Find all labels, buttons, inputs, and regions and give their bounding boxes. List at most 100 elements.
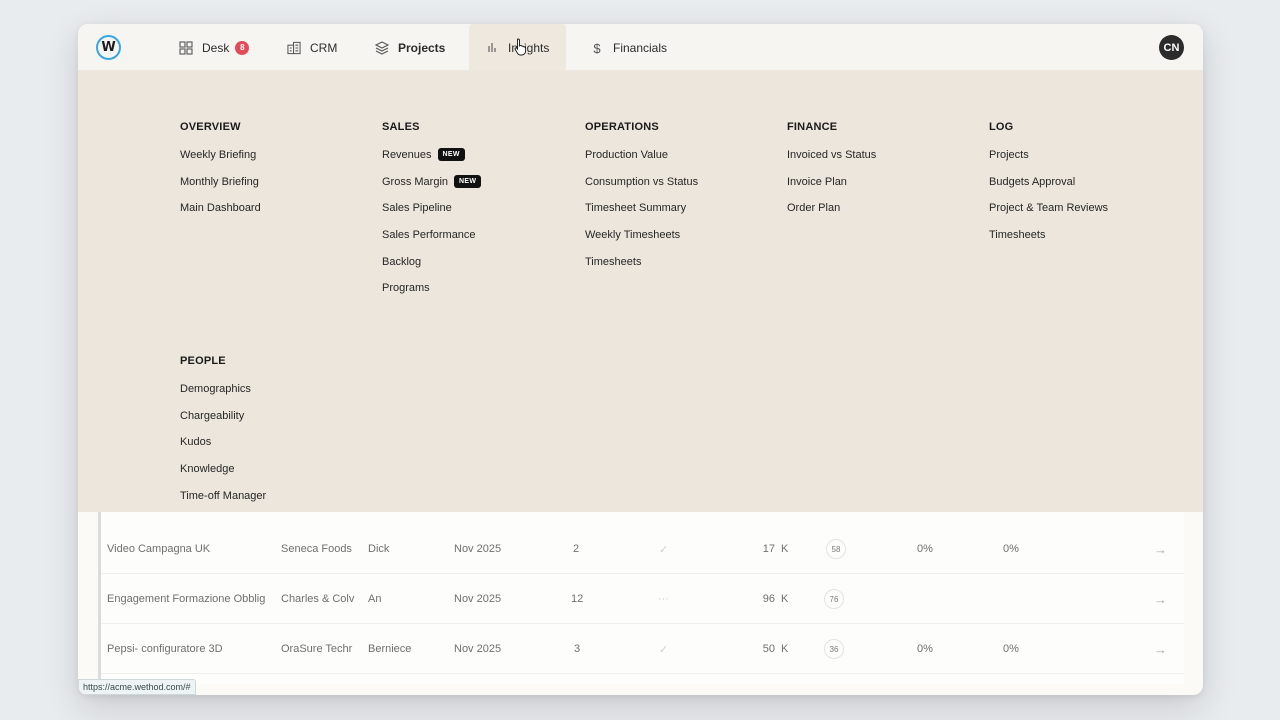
table-row[interactable]: Video Campagna UK Seneca Foods Dick Nov …	[101, 524, 1184, 574]
app-window: W Desk 8 CRM Projects Insights $ Financi…	[78, 24, 1203, 695]
menu-column-log: LOG Projects Budgets Approval Project & …	[989, 122, 1108, 255]
score-ring: 76	[824, 574, 848, 624]
date: Nov 2025	[454, 593, 502, 605]
top-nav: W Desk 8 CRM Projects Insights $ Financi…	[78, 24, 1203, 71]
score-value: 36	[824, 639, 844, 659]
score-ring: 58	[826, 524, 850, 574]
percent-2: 0%	[1003, 543, 1019, 555]
menu-link-invoiced-vs-status[interactable]: Invoiced vs Status	[787, 148, 876, 175]
count: 2	[573, 543, 580, 555]
project-name: Engagement Formazione Obblig	[107, 593, 266, 605]
check-icon: ✓	[659, 643, 669, 656]
table-row[interactable]: Pepsi- configuratore 3D OraSure Techr Be…	[101, 624, 1184, 674]
percent-1: 0%	[917, 543, 933, 555]
table-row[interactable]: Engagement Formazione Obblig Charles & C…	[101, 574, 1184, 624]
nav-projects-label: Projects	[398, 40, 446, 55]
menu-heading-finance: FINANCE	[787, 121, 838, 133]
nav-projects[interactable]: Projects	[375, 24, 445, 71]
arrow-right-icon[interactable]: →	[1154, 624, 1170, 674]
app-logo[interactable]: W	[96, 35, 121, 60]
pm-name: Dick	[368, 543, 390, 555]
building-icon	[287, 41, 301, 55]
menu-link-sales-performance[interactable]: Sales Performance	[382, 228, 481, 255]
menu-link-timesheet-summary[interactable]: Timesheet Summary	[585, 201, 698, 228]
menu-heading-operations: OPERATIONS	[585, 121, 659, 133]
menu-heading-people: PEOPLE	[180, 355, 226, 367]
value-unit: K	[781, 643, 789, 655]
menu-link-backlog[interactable]: Backlog	[382, 255, 481, 282]
percent-2: 0%	[1003, 643, 1019, 655]
menu-link-label: Revenues	[382, 149, 432, 161]
pm-name: An	[368, 593, 382, 605]
value: 50	[762, 643, 775, 655]
percent-1: 0%	[917, 643, 933, 655]
menu-link-demographics[interactable]: Demographics	[180, 382, 266, 409]
count: 12	[571, 593, 584, 605]
count: 3	[574, 643, 581, 655]
nav-insights[interactable]: Insights	[469, 24, 566, 71]
value: 17	[762, 543, 775, 555]
status-bar-url: https://acme.wethod.com/#	[78, 679, 196, 695]
menu-link-chargeability[interactable]: Chargeability	[180, 409, 266, 436]
menu-link-gross-margin[interactable]: Gross Margin NEW	[382, 174, 482, 202]
bar-chart-icon	[487, 41, 499, 55]
arrow-right-icon[interactable]: →	[1154, 574, 1170, 624]
menu-column-finance: FINANCE Invoiced vs Status Invoice Plan …	[787, 122, 876, 228]
check-icon: ✓	[659, 543, 669, 556]
menu-link-main-dashboard[interactable]: Main Dashboard	[180, 201, 261, 228]
dollar-icon: $	[593, 40, 601, 56]
menu-link-knowledge[interactable]: Knowledge	[180, 462, 266, 489]
menu-link-monthly-briefing[interactable]: Monthly Briefing	[180, 175, 261, 202]
menu-link-log-timesheets[interactable]: Timesheets	[989, 228, 1108, 255]
menu-column-operations: OPERATIONS Production Value Consumption …	[585, 122, 698, 281]
menu-link-programs[interactable]: Programs	[382, 281, 481, 308]
value-unit: K	[781, 593, 789, 605]
menu-link-invoice-plan[interactable]: Invoice Plan	[787, 175, 876, 202]
menu-link-order-plan[interactable]: Order Plan	[787, 201, 876, 228]
menu-link-revenues[interactable]: Revenues NEW	[382, 148, 481, 175]
nav-crm-label: CRM	[310, 40, 338, 55]
menu-heading-log: LOG	[989, 121, 1014, 133]
nav-desk[interactable]: Desk 8	[179, 24, 250, 71]
new-badge: NEW	[454, 174, 482, 188]
menu-link-production-value[interactable]: Production Value	[585, 148, 698, 175]
nav-crm[interactable]: CRM	[287, 24, 337, 71]
score-value: 76	[824, 589, 844, 609]
new-badge: NEW	[437, 148, 465, 161]
date: Nov 2025	[454, 643, 502, 655]
score-ring: 36	[824, 624, 848, 674]
value: 96	[762, 593, 775, 605]
value-unit: K	[781, 543, 789, 555]
nav-desk-label: Desk	[202, 40, 230, 55]
menu-column-sales: SALES Revenues NEW Gross Margin NEW Sale…	[382, 121, 482, 308]
arrow-right-icon[interactable]: →	[1154, 524, 1170, 574]
menu-link-timesheets[interactable]: Timesheets	[585, 255, 698, 282]
score-value: 58	[826, 539, 846, 559]
client-name: Charles & Colv	[281, 593, 355, 605]
menu-link-sales-pipeline[interactable]: Sales Pipeline	[382, 201, 481, 228]
user-avatar[interactable]: CN	[1159, 35, 1184, 60]
nav-financials-label: Financials	[613, 40, 668, 55]
menu-link-consumption-vs-status[interactable]: Consumption vs Status	[585, 175, 698, 202]
nav-insights-label: Insights	[508, 40, 550, 55]
menu-link-log-projects[interactable]: Projects	[989, 148, 1108, 175]
menu-link-weekly-timesheets[interactable]: Weekly Timesheets	[585, 228, 698, 255]
notification-badge: 8	[235, 40, 250, 55]
menu-column-people: PEOPLE Demographics Chargeability Kudos …	[180, 356, 266, 515]
project-name: Pepsi- configuratore 3D	[107, 643, 223, 655]
menu-link-budgets-approval[interactable]: Budgets Approval	[989, 175, 1108, 202]
projects-table: Video Campagna UK Seneca Foods Dick Nov …	[98, 512, 1184, 684]
pm-name: Berniece	[368, 643, 412, 655]
client-name: OraSure Techr	[281, 643, 353, 655]
menu-column-overview: OVERVIEW Weekly Briefing Monthly Briefin…	[180, 122, 261, 228]
project-name: Video Campagna UK	[107, 543, 211, 555]
menu-link-weekly-briefing[interactable]: Weekly Briefing	[180, 148, 261, 175]
more-icon: ···	[658, 593, 669, 605]
layers-icon	[375, 40, 389, 55]
menu-link-label: Gross Margin	[382, 175, 449, 188]
menu-link-kudos[interactable]: Kudos	[180, 435, 266, 462]
menu-link-project-team-reviews[interactable]: Project & Team Reviews	[989, 201, 1108, 228]
nav-financials[interactable]: $ Financials	[590, 24, 667, 71]
percent-2	[1003, 574, 1033, 624]
menu-heading-sales: SALES	[382, 121, 420, 133]
